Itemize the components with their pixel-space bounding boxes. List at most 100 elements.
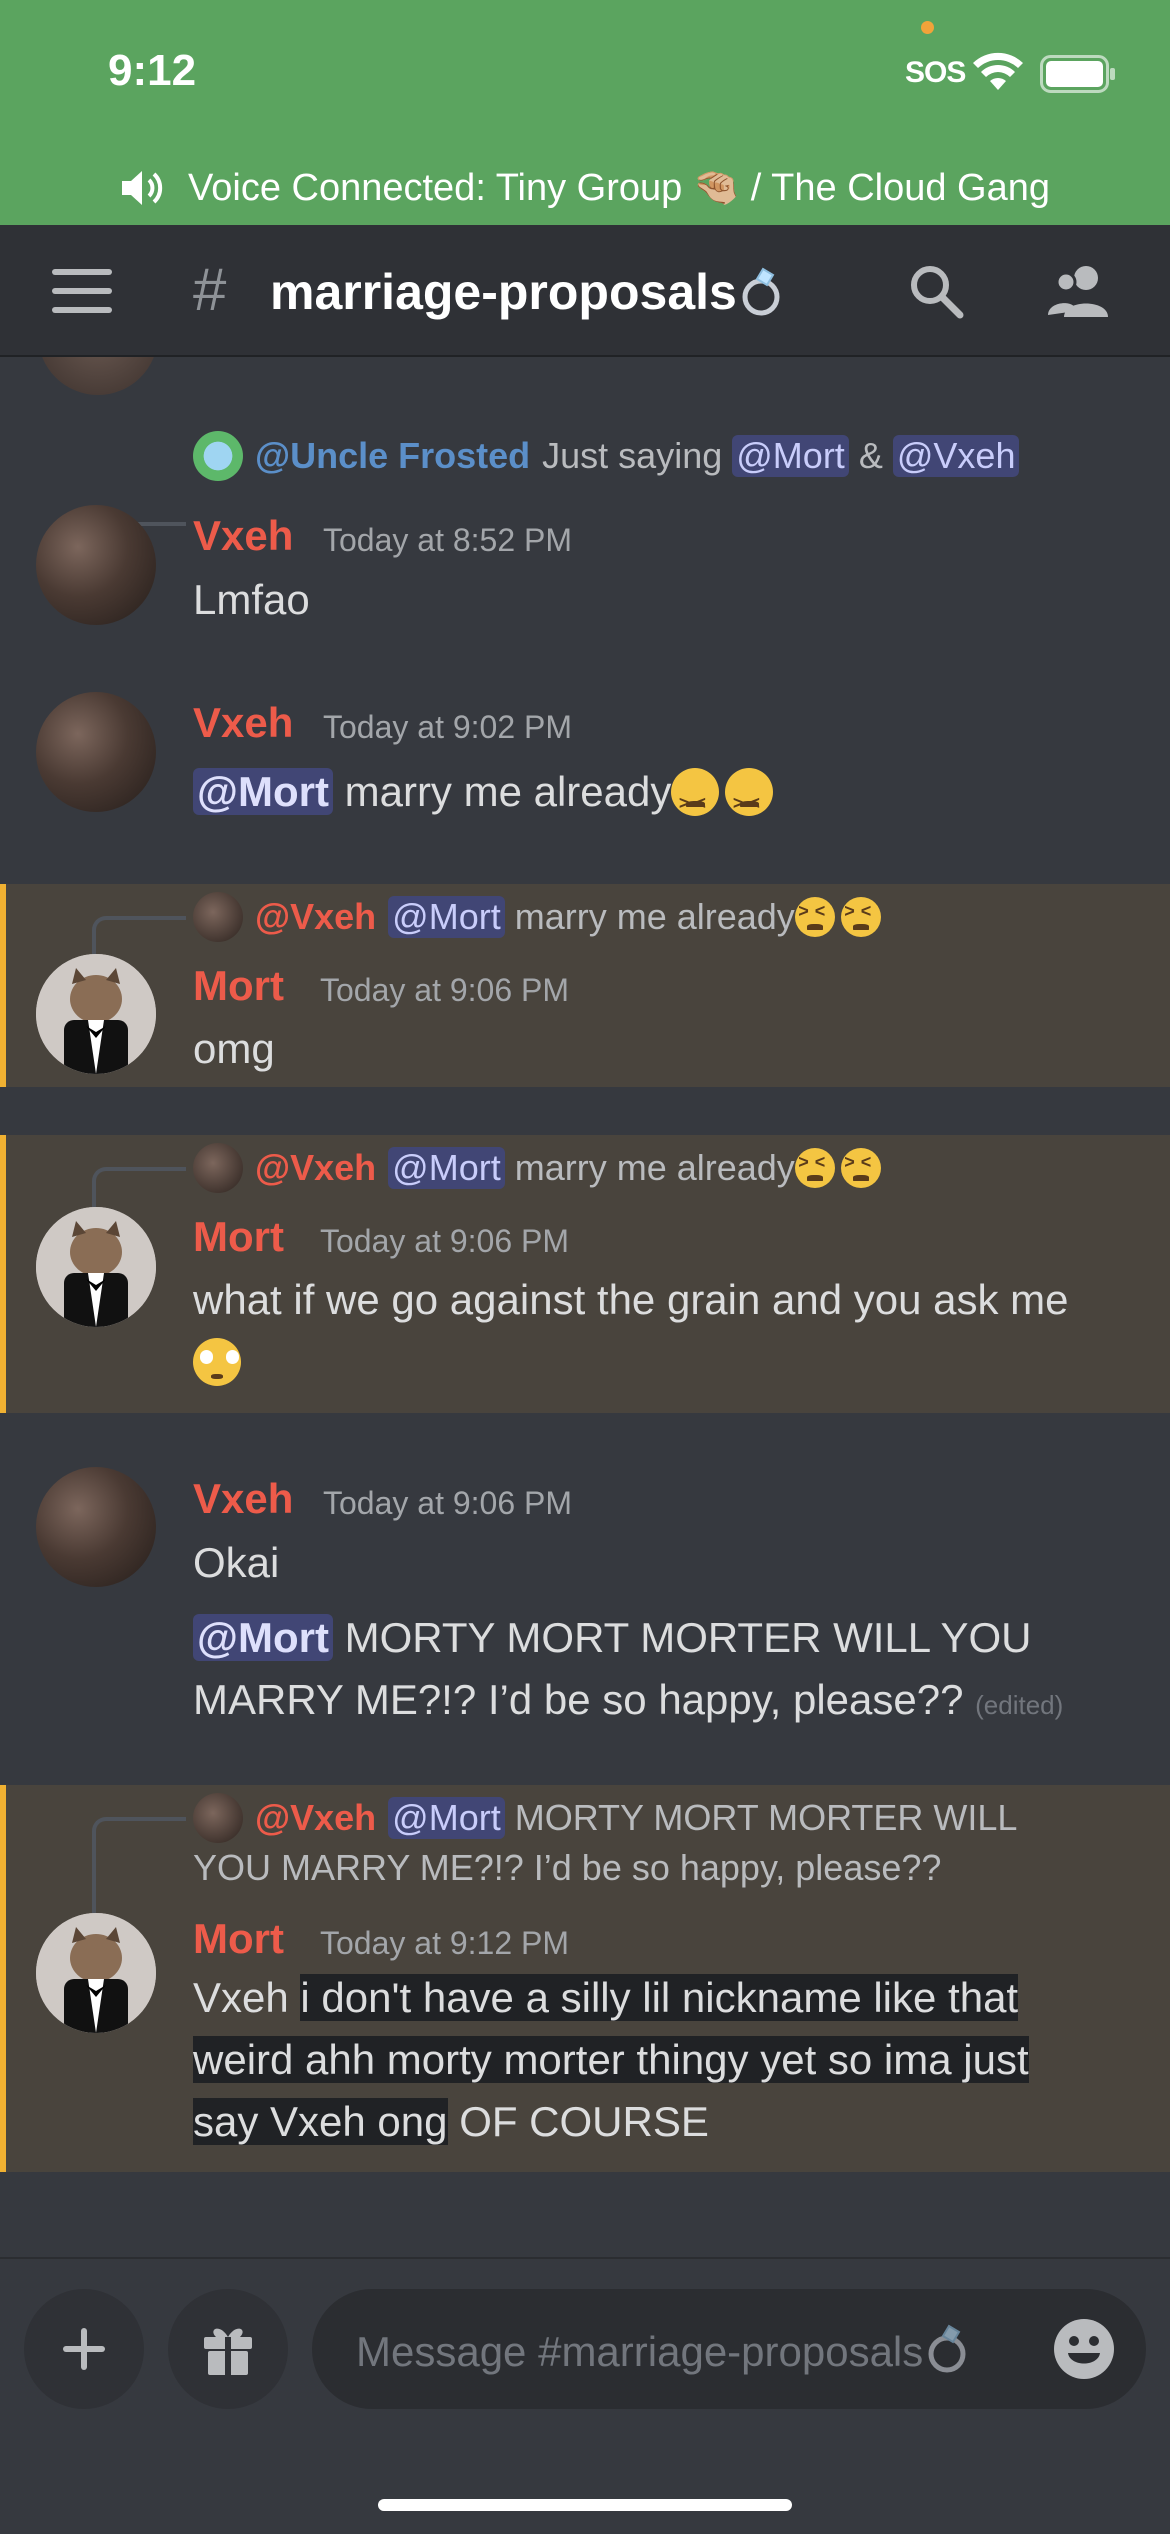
search-icon[interactable] [906,261,966,321]
reply-preview[interactable]: @Vxeh @Mort marry me already [193,892,887,942]
author-name[interactable]: Vxeh [193,1475,293,1523]
mention[interactable]: @Mort [388,1797,505,1839]
carrier-label: SOS [905,56,966,89]
author-name[interactable]: Vxeh [193,699,293,747]
tired-face-emoji [840,1148,881,1188]
message-text: @Mort MORTY MORT MORTER WILL YOU MARRY M… [193,1607,1133,1736]
avatar[interactable] [36,692,156,812]
reply-text: marry me already [514,896,795,937]
mention[interactable]: @Mort [193,1614,333,1661]
timestamp: Today at 8:52 PM [323,522,573,558]
cat-tuxedo-avatar [36,1913,156,2033]
reply-author: @Vxeh [255,1797,377,1838]
status-bar: 9:12 SOS Voice Connected: Tiny Group 🤏🏼 … [0,0,1170,225]
reply-preview-continued: YOU MARRY ME?!? I’d be so happy, please?… [193,1847,941,1889]
avatar[interactable] [36,954,156,1074]
wifi-icon [973,52,1023,90]
ring-emoji [742,267,780,316]
avatar[interactable] [38,357,158,395]
mention[interactable]: @Mort [388,896,505,938]
reply-preview[interactable]: @Vxeh @Mort marry me already [193,1143,887,1193]
gift-button[interactable] [168,2289,288,2409]
mention[interactable]: @Mort [193,768,333,815]
message-text: Okai [193,1539,280,1586]
message-body: marry me already [344,768,672,815]
mention[interactable]: @Vxeh [892,435,1020,477]
message-text: Vxeh i don't have a silly lil nickname l… [193,1967,1153,2153]
reply-author: @Uncle Frosted [255,435,531,476]
avatar[interactable] [36,1913,156,2033]
add-attachment-button[interactable] [24,2289,144,2409]
timestamp: Today at 9:06 PM [323,1485,573,1521]
message-input-placeholder: Message #marriage-proposals [356,2322,1052,2376]
selected-text: say Vxeh ong [193,2098,448,2145]
clock: 9:12 [108,46,197,95]
edited-label: (edited) [975,1690,1064,1720]
avatar[interactable] [36,1467,156,1587]
selected-text: weird ahh morty morter thingy yet so ima… [193,2036,1029,2083]
message-text: what if we go against the grain and you … [193,1269,1123,1393]
message[interactable]: @Vxeh @Mort marry me already Mort Today … [0,884,1170,1087]
reply-text: YOU MARRY ME?!? I’d be so happy, please?… [193,1847,942,1888]
reply-text: & [858,435,883,476]
channel-hash-icon: # [193,256,227,323]
channel-title-text: marriage-proposals [270,264,737,320]
avatar[interactable] [36,1207,156,1327]
message-body: OF COURSE [459,2098,709,2145]
reply-spine [92,916,186,958]
message-input[interactable]: Message #marriage-proposals [312,2289,1146,2409]
tired-face-emoji [840,897,881,937]
message-composer: Message #marriage-proposals [0,2257,1170,2534]
author-name[interactable]: Mort [193,962,284,1010]
channel-title[interactable]: marriage-proposals [270,263,789,321]
gift-icon [204,2328,252,2375]
voice-connected-text: Voice Connected: Tiny Group 🤏🏼 / The Clo… [188,166,1050,209]
message[interactable]: @Vxeh @Mort marry me already Mort Today … [0,1135,1170,1413]
timestamp: Today at 9:06 PM [320,972,570,1008]
battery-icon [1040,55,1115,93]
cat-tuxedo-avatar [36,1207,156,1327]
selected-text: i don't have a silly lil nickname like t… [300,1974,1019,2021]
author-name[interactable]: Vxeh [193,512,293,560]
tired-face-emoji [794,1148,835,1188]
message-list[interactable]: @Uncle Frosted Just saying @Mort & @Vxeh… [0,357,1170,2257]
timestamp: Today at 9:06 PM [320,1223,570,1259]
tired-face-emoji [671,768,720,834]
home-indicator [378,2499,792,2511]
reply-preview[interactable]: @Vxeh @Mort MORTY MORT MORTER WILL [193,1793,1017,1843]
reply-preview[interactable]: @Uncle Frosted Just saying @Mort & @Vxeh [193,431,1020,481]
timestamp: Today at 9:02 PM [323,709,573,745]
emoji-icon[interactable] [1052,2317,1116,2381]
reply-avatar [193,1793,243,1843]
hamburger-icon[interactable] [52,269,112,313]
speaker-icon [122,170,163,205]
tired-face-emoji [794,897,835,937]
mention[interactable]: @Mort [388,1147,505,1189]
author-name[interactable]: Mort [193,1213,284,1261]
reply-avatar [193,892,243,942]
reply-text: marry me already [514,1147,795,1188]
reply-spine [92,1817,186,1913]
channel-header: # marriage-proposals [0,225,1170,357]
reply-text: MORTY MORT MORTER WILL [514,1797,1018,1838]
members-icon[interactable] [1046,261,1112,321]
plus-icon [63,2328,105,2370]
reply-author: @Vxeh [255,1147,377,1188]
message-body: what if we go against the grain and you … [193,1276,1069,1323]
message-body: Vxeh [193,1974,289,2021]
timestamp: Today at 9:12 PM [320,1925,570,1961]
tired-face-emoji [725,768,774,834]
mention[interactable]: @Mort [732,435,849,477]
ring-emoji [928,2324,966,2373]
avatar[interactable] [36,505,156,625]
message-text: Lmfao [193,576,310,623]
message-text: @Mort marry me already [193,761,1123,834]
author-name[interactable]: Mort [193,1915,284,1963]
cat-tuxedo-avatar [36,954,156,1074]
reply-avatar [193,431,243,481]
message-text: omg [193,1025,275,1072]
voice-connected-banner[interactable]: Voice Connected: Tiny Group 🤏🏼 / The Clo… [0,150,1170,225]
message[interactable]: @Vxeh @Mort MORTY MORT MORTER WILL YOU M… [0,1785,1170,2172]
mic-indicator-icon [921,21,934,34]
reply-text: Just saying [542,435,723,476]
